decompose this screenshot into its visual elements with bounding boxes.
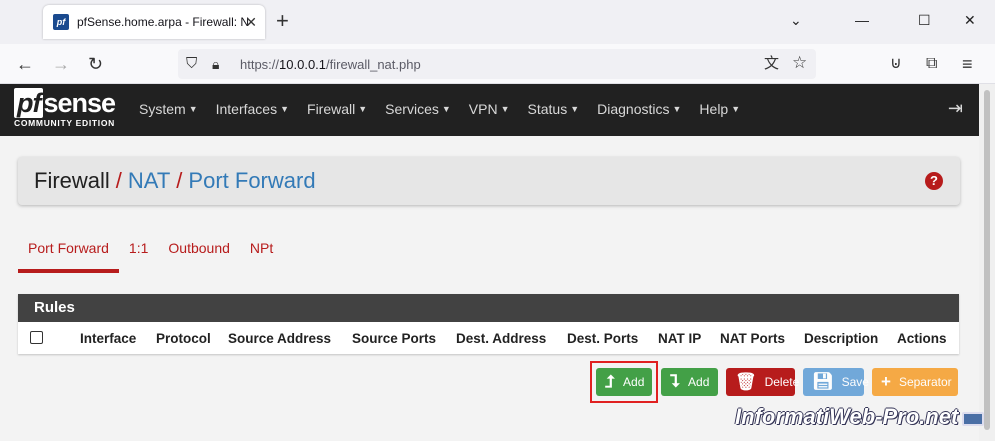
pfsense-logo[interactable]: pf sense COMMUNITY EDITION: [14, 88, 116, 128]
col-dest-address: Dest. Address: [456, 331, 547, 346]
add-top-button[interactable]: ⮥ Add: [596, 368, 652, 396]
reload-icon[interactable]: ↻: [88, 54, 103, 74]
breadcrumb-nat[interactable]: NAT: [128, 168, 170, 193]
col-interface: Interface: [80, 331, 137, 346]
menu-services[interactable]: Services ▼: [385, 101, 451, 117]
address-bar[interactable]: ⛉ 🔒︎ https://10.0.0.1/firewall_nat.php 文…: [178, 49, 816, 79]
rules-table-header: Interface Protocol Source Address Source…: [18, 322, 959, 354]
tab-title: pfSense.home.arpa - Firewall: NAT: Port …: [77, 15, 249, 29]
arrow-down-icon: ⮧: [670, 372, 681, 391]
plus-icon: +: [881, 372, 891, 391]
breadcrumb-port-forward[interactable]: Port Forward: [188, 168, 315, 193]
separator-button[interactable]: + Separator: [872, 368, 958, 396]
breadcrumb: Firewall / NAT / Port Forward ?: [18, 157, 960, 205]
translate-icon[interactable]: 文: [764, 54, 779, 74]
forward-icon[interactable]: →: [52, 54, 70, 74]
minimize-icon[interactable]: —: [855, 12, 869, 28]
logout-icon[interactable]: ⇥: [948, 98, 963, 119]
tab-outbound[interactable]: Outbound: [158, 238, 240, 273]
col-nat-ports: NAT Ports: [720, 331, 786, 346]
maximize-icon[interactable]: ☐: [918, 12, 931, 28]
arrow-up-icon: ⮥: [605, 372, 616, 391]
shield-icon[interactable]: ⛉: [186, 54, 197, 74]
help-icon[interactable]: ?: [925, 172, 943, 190]
menu-firewall[interactable]: Firewall ▼: [307, 101, 367, 117]
scrollbar-thumb[interactable]: [984, 90, 990, 430]
select-all-checkbox[interactable]: [30, 331, 43, 344]
pfsense-favicon-icon: pf: [53, 14, 69, 30]
tab-port-forward[interactable]: Port Forward: [18, 238, 119, 273]
floppy-disk-icon: 💾︎: [812, 372, 834, 391]
pfsense-header: pf sense COMMUNITY EDITION System ▼ Interf…: [0, 84, 979, 136]
extensions-icon[interactable]: ⧉: [926, 54, 937, 74]
main-menu: System ▼ Interfaces ▼ Firewall ▼ Services ▼ …: [130, 101, 749, 117]
menu-diagnostics[interactable]: Diagnostics ▼: [597, 101, 681, 117]
browser-tab[interactable]: pf pfSense.home.arpa - Firewall: NAT: Po…: [43, 5, 265, 39]
col-actions: Actions: [897, 331, 947, 346]
laptop-icon: [962, 412, 984, 426]
back-icon[interactable]: ←: [16, 54, 34, 74]
col-nat-ip: NAT IP: [658, 331, 702, 346]
tab-npt[interactable]: NPt: [240, 238, 283, 273]
menu-interfaces[interactable]: Interfaces ▼: [216, 101, 289, 117]
new-tab-icon[interactable]: +: [276, 10, 289, 32]
menu-hamburger-icon[interactable]: ≡: [962, 54, 973, 74]
menu-help[interactable]: Help ▼: [699, 101, 740, 117]
col-source-address: Source Address: [228, 331, 332, 346]
delete-button[interactable]: 🗑︎ Delete: [726, 368, 799, 396]
rules-title: Rules: [18, 294, 959, 322]
menu-status[interactable]: Status ▼: [528, 101, 580, 117]
menu-vpn[interactable]: VPN ▼: [469, 101, 510, 117]
tab-one-to-one[interactable]: 1:1: [119, 238, 158, 273]
nat-tabs: Port Forward 1:1 Outbound NPt: [18, 238, 283, 273]
col-protocol: Protocol: [156, 331, 211, 346]
rules-panel: Rules Interface Protocol Source Address …: [18, 294, 959, 354]
close-window-icon[interactable]: ✕: [964, 12, 976, 28]
add-bottom-button[interactable]: ⮧ Add: [661, 368, 718, 396]
save-button[interactable]: 💾︎ Save: [803, 368, 869, 396]
col-description: Description: [804, 331, 879, 346]
pocket-icon[interactable]: ⊍: [890, 54, 902, 74]
col-dest-ports: Dest. Ports: [567, 331, 639, 346]
list-tabs-icon[interactable]: ⌄: [790, 12, 802, 28]
trash-icon: 🗑︎: [735, 372, 757, 391]
breadcrumb-firewall: Firewall: [34, 168, 110, 193]
browser-nav-bar: ← → ↻ ⛉ 🔒︎ https://10.0.0.1/firewall_nat…: [0, 44, 995, 84]
browser-tab-strip: pf pfSense.home.arpa - Firewall: NAT: Po…: [0, 0, 995, 44]
url-text: https://10.0.0.1/firewall_nat.php: [240, 57, 421, 72]
lock-icon[interactable]: 🔒︎: [212, 54, 219, 74]
menu-system[interactable]: System ▼: [139, 101, 198, 117]
watermark: InformatiWeb-Pro.net: [735, 404, 959, 429]
col-source-ports: Source Ports: [352, 331, 437, 346]
bookmark-star-icon[interactable]: ☆: [792, 53, 807, 73]
tab-close-icon[interactable]: ✕: [245, 14, 257, 30]
